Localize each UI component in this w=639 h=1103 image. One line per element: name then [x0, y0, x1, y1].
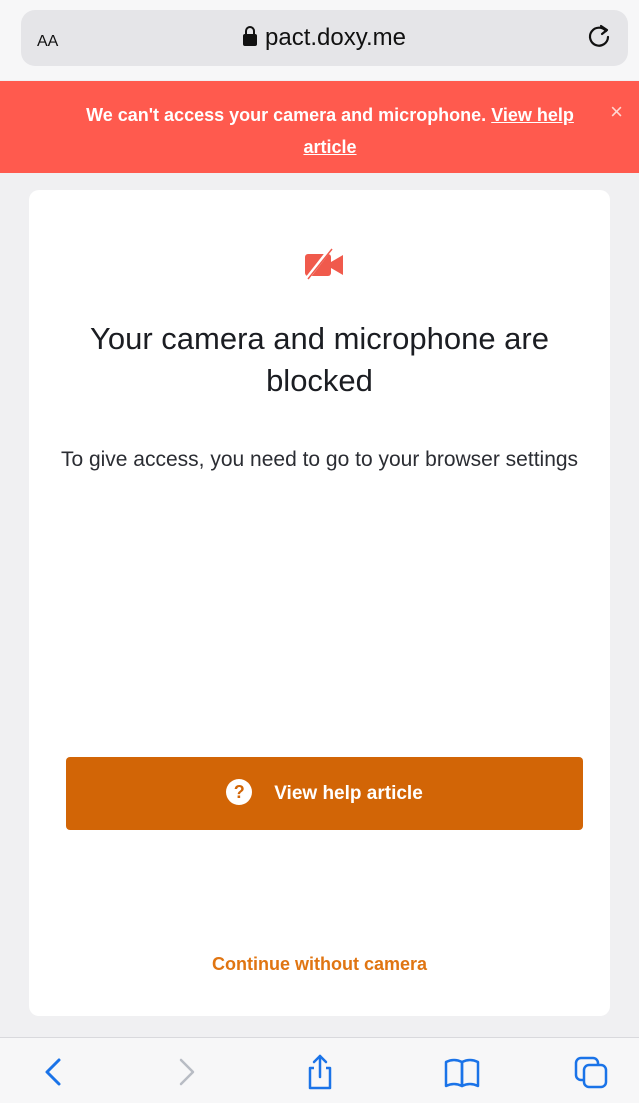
bookmarks-icon[interactable] — [442, 1052, 482, 1092]
view-help-article-button[interactable]: ? View help article — [66, 757, 583, 830]
url-text: pact.doxy.me — [265, 24, 406, 51]
page-title: Your camera and microphone are blocked — [90, 321, 549, 398]
url-field[interactable]: AA pact.doxy.me — [21, 10, 628, 66]
help-button-label: View help article — [274, 783, 423, 805]
tabs-icon[interactable] — [572, 1052, 612, 1092]
camera-off-icon — [304, 246, 343, 282]
banner-close-icon[interactable]: × — [610, 99, 623, 125]
browser-toolbar — [0, 1037, 639, 1103]
back-icon[interactable] — [35, 1052, 75, 1092]
permission-card: Your camera and microphone are blocked T… — [29, 190, 610, 1016]
browser-address-bar: AA pact.doxy.me — [0, 0, 639, 80]
forward-icon[interactable] — [165, 1052, 205, 1092]
banner-message: We can't access your camera and micropho… — [86, 105, 487, 125]
question-icon: ? — [226, 779, 253, 805]
error-banner: We can't access your camera and micropho… — [0, 81, 639, 173]
lock-icon — [243, 26, 258, 46]
banner-text: We can't access your camera and micropho… — [60, 99, 600, 163]
help-button-content: ? View help article — [66, 779, 583, 807]
page-frame: AA pact.doxy.me We can't access your cam… — [0, 0, 639, 1103]
instruction-text: To give access, you need to go to your b… — [60, 448, 579, 471]
share-icon[interactable] — [300, 1052, 340, 1092]
reload-icon[interactable] — [584, 21, 614, 51]
url-display[interactable]: pact.doxy.me — [21, 24, 628, 52]
continue-without-camera-link[interactable]: Continue without camera — [29, 954, 610, 975]
